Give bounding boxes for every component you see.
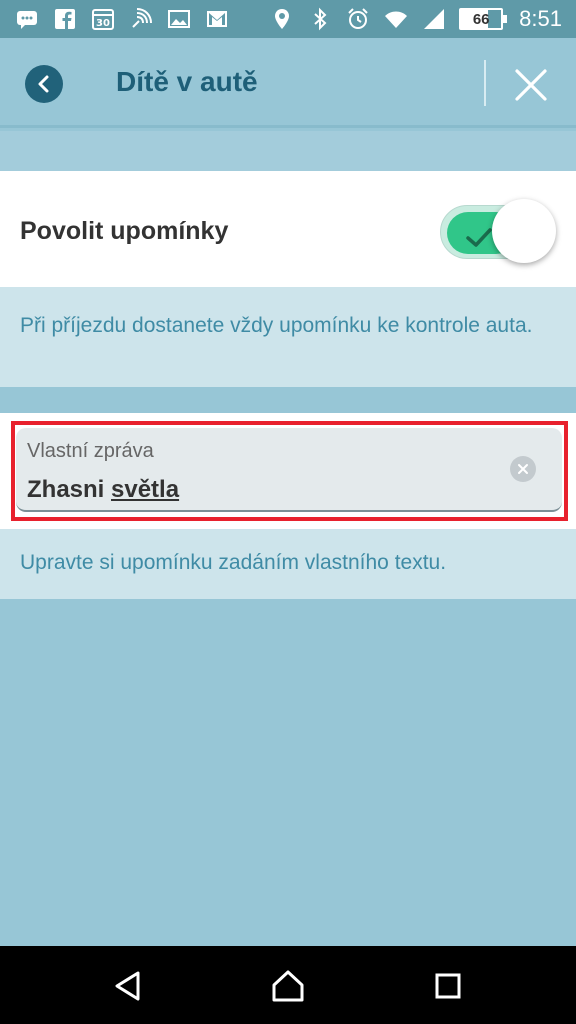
close-icon <box>515 69 547 101</box>
check-icon <box>466 228 492 247</box>
recents-icon <box>435 973 461 999</box>
battery-percent: 66 <box>472 10 490 28</box>
reminder-toggle-row: Povolit upomínky <box>0 171 576 287</box>
status-time: 8:51 <box>519 6 562 31</box>
battery-icon: 66 <box>459 8 508 30</box>
status-bar-system: 66 8:51 <box>269 6 562 32</box>
wifi-icon <box>383 7 409 31</box>
clear-input-button[interactable] <box>510 456 536 482</box>
custom-info-text: Upravte si upomínku zadáním vlastního te… <box>20 551 447 574</box>
bluetooth-icon <box>307 7 333 31</box>
location-icon <box>269 7 295 31</box>
gmail-icon <box>204 7 230 31</box>
status-bar-notifications: 30 <box>14 6 230 32</box>
signal-icon <box>421 7 447 31</box>
alarm-icon <box>345 7 371 31</box>
arrival-info-text: Při příjezdu dostanete vždy upomínku ke … <box>20 314 533 337</box>
custom-message-value-part1: Zhasni <box>27 476 112 503</box>
nav-recents-button[interactable] <box>428 966 468 1006</box>
spacer <box>0 387 576 413</box>
custom-message-value[interactable]: Zhasni světla <box>27 476 179 504</box>
nfc-icon <box>128 7 154 31</box>
triangle-back-icon <box>115 971 140 1001</box>
status-bar: 30 66 8:51 <box>0 0 576 38</box>
back-button[interactable] <box>25 65 63 103</box>
custom-message-label: Vlastní zpráva <box>27 440 154 462</box>
nav-back-button[interactable] <box>108 966 148 1006</box>
nav-home-button[interactable] <box>268 966 308 1006</box>
app-header: Dítě v autě <box>0 38 576 128</box>
svg-text:30: 30 <box>96 18 110 29</box>
close-button[interactable] <box>510 64 552 106</box>
custom-message-input[interactable]: Vlastní zpráva Zhasni světla <box>16 428 562 512</box>
gallery-icon <box>166 7 192 31</box>
chevron-left-icon <box>38 75 49 93</box>
header-divider <box>484 60 486 106</box>
home-icon <box>272 970 304 1002</box>
calendar-icon: 30 <box>90 7 116 31</box>
arrival-info-panel: Při příjezdu dostanete vždy upomínku ke … <box>0 287 576 387</box>
switch-knob[interactable] <box>492 199 556 263</box>
navigation-bar <box>0 946 576 1024</box>
page-title: Dítě v autě <box>116 66 258 97</box>
clear-icon <box>518 464 528 474</box>
reminder-toggle-label: Povolit upomínky <box>20 217 229 245</box>
custom-message-value-part2: světla <box>111 476 180 503</box>
reminder-toggle-switch[interactable] <box>440 199 556 263</box>
custom-info-panel: Upravte si upomínku zadáním vlastního te… <box>0 529 576 599</box>
spacer <box>0 131 576 171</box>
custom-message-section: Vlastní zpráva Zhasni světla <box>0 413 576 529</box>
facebook-icon <box>52 7 78 31</box>
chat-icon <box>14 7 40 31</box>
